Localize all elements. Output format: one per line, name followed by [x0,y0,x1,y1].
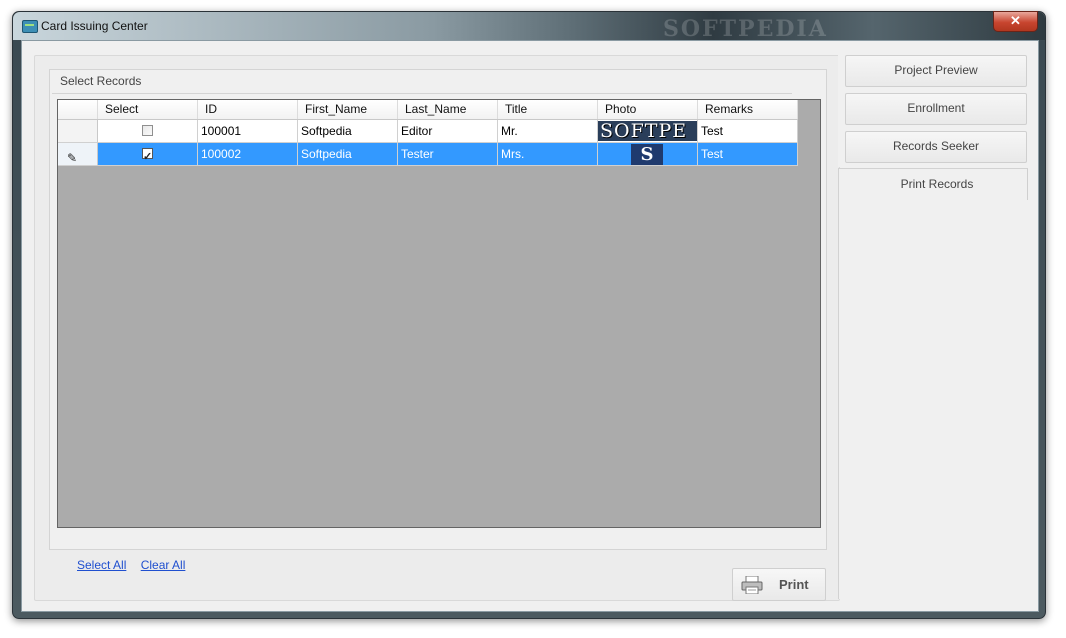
group-title: Select Records [57,74,145,88]
select-checkbox[interactable] [142,146,153,165]
title-bar[interactable]: Card Issuing Center SOFTPEDIA ✕ [13,11,1045,42]
column-header-first-name[interactable]: First_Name [298,100,398,119]
id-cell[interactable]: 100002 [198,143,298,166]
close-button[interactable]: ✕ [993,11,1038,32]
group-divider [52,93,792,94]
print-records-tab[interactable]: Print Records [838,168,1028,200]
remarks-cell[interactable]: Test [698,143,798,166]
title-cell[interactable]: Mr. [498,120,598,143]
photo-image: SOFTPE [598,121,697,141]
select-records-group: Select Records Select ID First_Name Last… [49,69,827,572]
row-header[interactable]: ✎ [58,143,98,166]
table-row[interactable]: ✎ 100002 Softpedia Tester Mrs. S Test [58,143,798,166]
select-checkbox[interactable] [142,125,153,136]
main-panel: Select Records Select ID First_Name Last… [34,55,840,601]
photo-cell[interactable]: S [598,143,698,166]
app-icon [22,20,38,33]
print-label: Print [779,577,809,592]
records-grid[interactable]: Select ID First_Name Last_Name Title Pho… [57,99,821,528]
selection-links: Select All Clear All [77,558,196,572]
last-name-cell[interactable]: Editor [398,120,498,143]
print-records-label: Print Records [900,177,974,191]
row-header[interactable] [58,120,98,143]
id-cell[interactable]: 100001 [198,120,298,143]
select-cell[interactable] [98,120,198,143]
column-header-id[interactable]: ID [198,100,298,119]
clear-all-link[interactable]: Clear All [141,558,186,572]
table-row[interactable]: 100001 Softpedia Editor Mr. SOFTPE Test [58,120,798,143]
print-button[interactable]: Print [732,568,826,601]
column-header-select[interactable]: Select [98,100,198,119]
edit-pencil-icon: ✎ [67,151,78,165]
first-name-cell[interactable]: Softpedia [298,120,398,143]
enrollment-button[interactable]: Enrollment [845,93,1027,125]
title-cell[interactable]: Mrs. [498,143,598,166]
column-header-photo[interactable]: Photo [598,100,698,119]
column-header-remarks[interactable]: Remarks [698,100,798,119]
photo-image: S [631,144,663,165]
select-all-link[interactable]: Select All [77,558,126,572]
grid-header: Select ID First_Name Last_Name Title Pho… [58,100,798,120]
photo-cell[interactable]: SOFTPE [598,120,698,143]
row-header-corner [58,100,98,119]
first-name-cell[interactable]: Softpedia [298,143,398,166]
app-window: Card Issuing Center SOFTPEDIA ✕ Select R… [12,11,1046,619]
remarks-cell[interactable]: Test [698,120,798,143]
printer-icon [741,576,763,594]
project-preview-button[interactable]: Project Preview [845,55,1027,87]
window-title: Card Issuing Center [41,19,148,33]
column-header-last-name[interactable]: Last_Name [398,100,498,119]
side-panel-body [838,199,1027,599]
column-header-title[interactable]: Title [498,100,598,119]
last-name-cell[interactable]: Tester [398,143,498,166]
title-watermark: SOFTPEDIA [663,16,828,42]
side-menu: Project Preview Enrollment Records Seeke… [838,55,1027,167]
records-seeker-button[interactable]: Records Seeker [845,131,1027,163]
select-cell[interactable] [98,143,198,166]
client-area: Select Records Select ID First_Name Last… [21,40,1039,612]
